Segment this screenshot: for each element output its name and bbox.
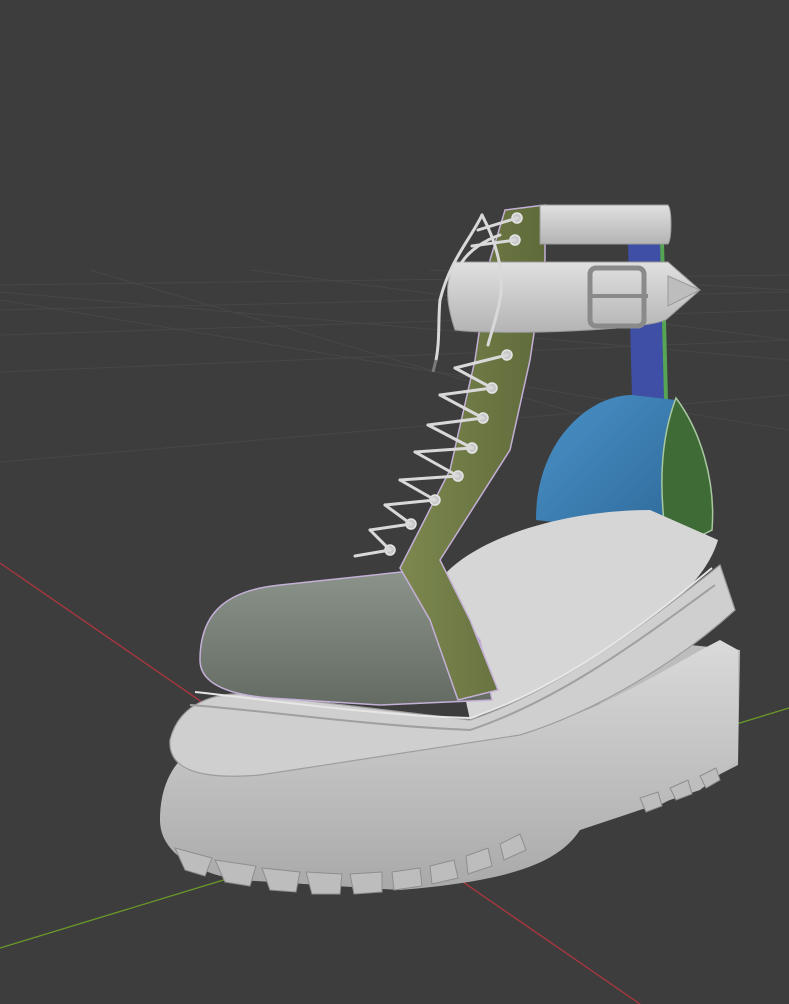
boot-model[interactable]	[160, 204, 740, 895]
ankle-strap-buckle[interactable]	[447, 261, 701, 333]
3d-viewport[interactable]	[0, 0, 789, 1004]
ankle-strap-top[interactable]	[539, 204, 672, 245]
viewport-canvas[interactable]	[0, 0, 789, 1004]
